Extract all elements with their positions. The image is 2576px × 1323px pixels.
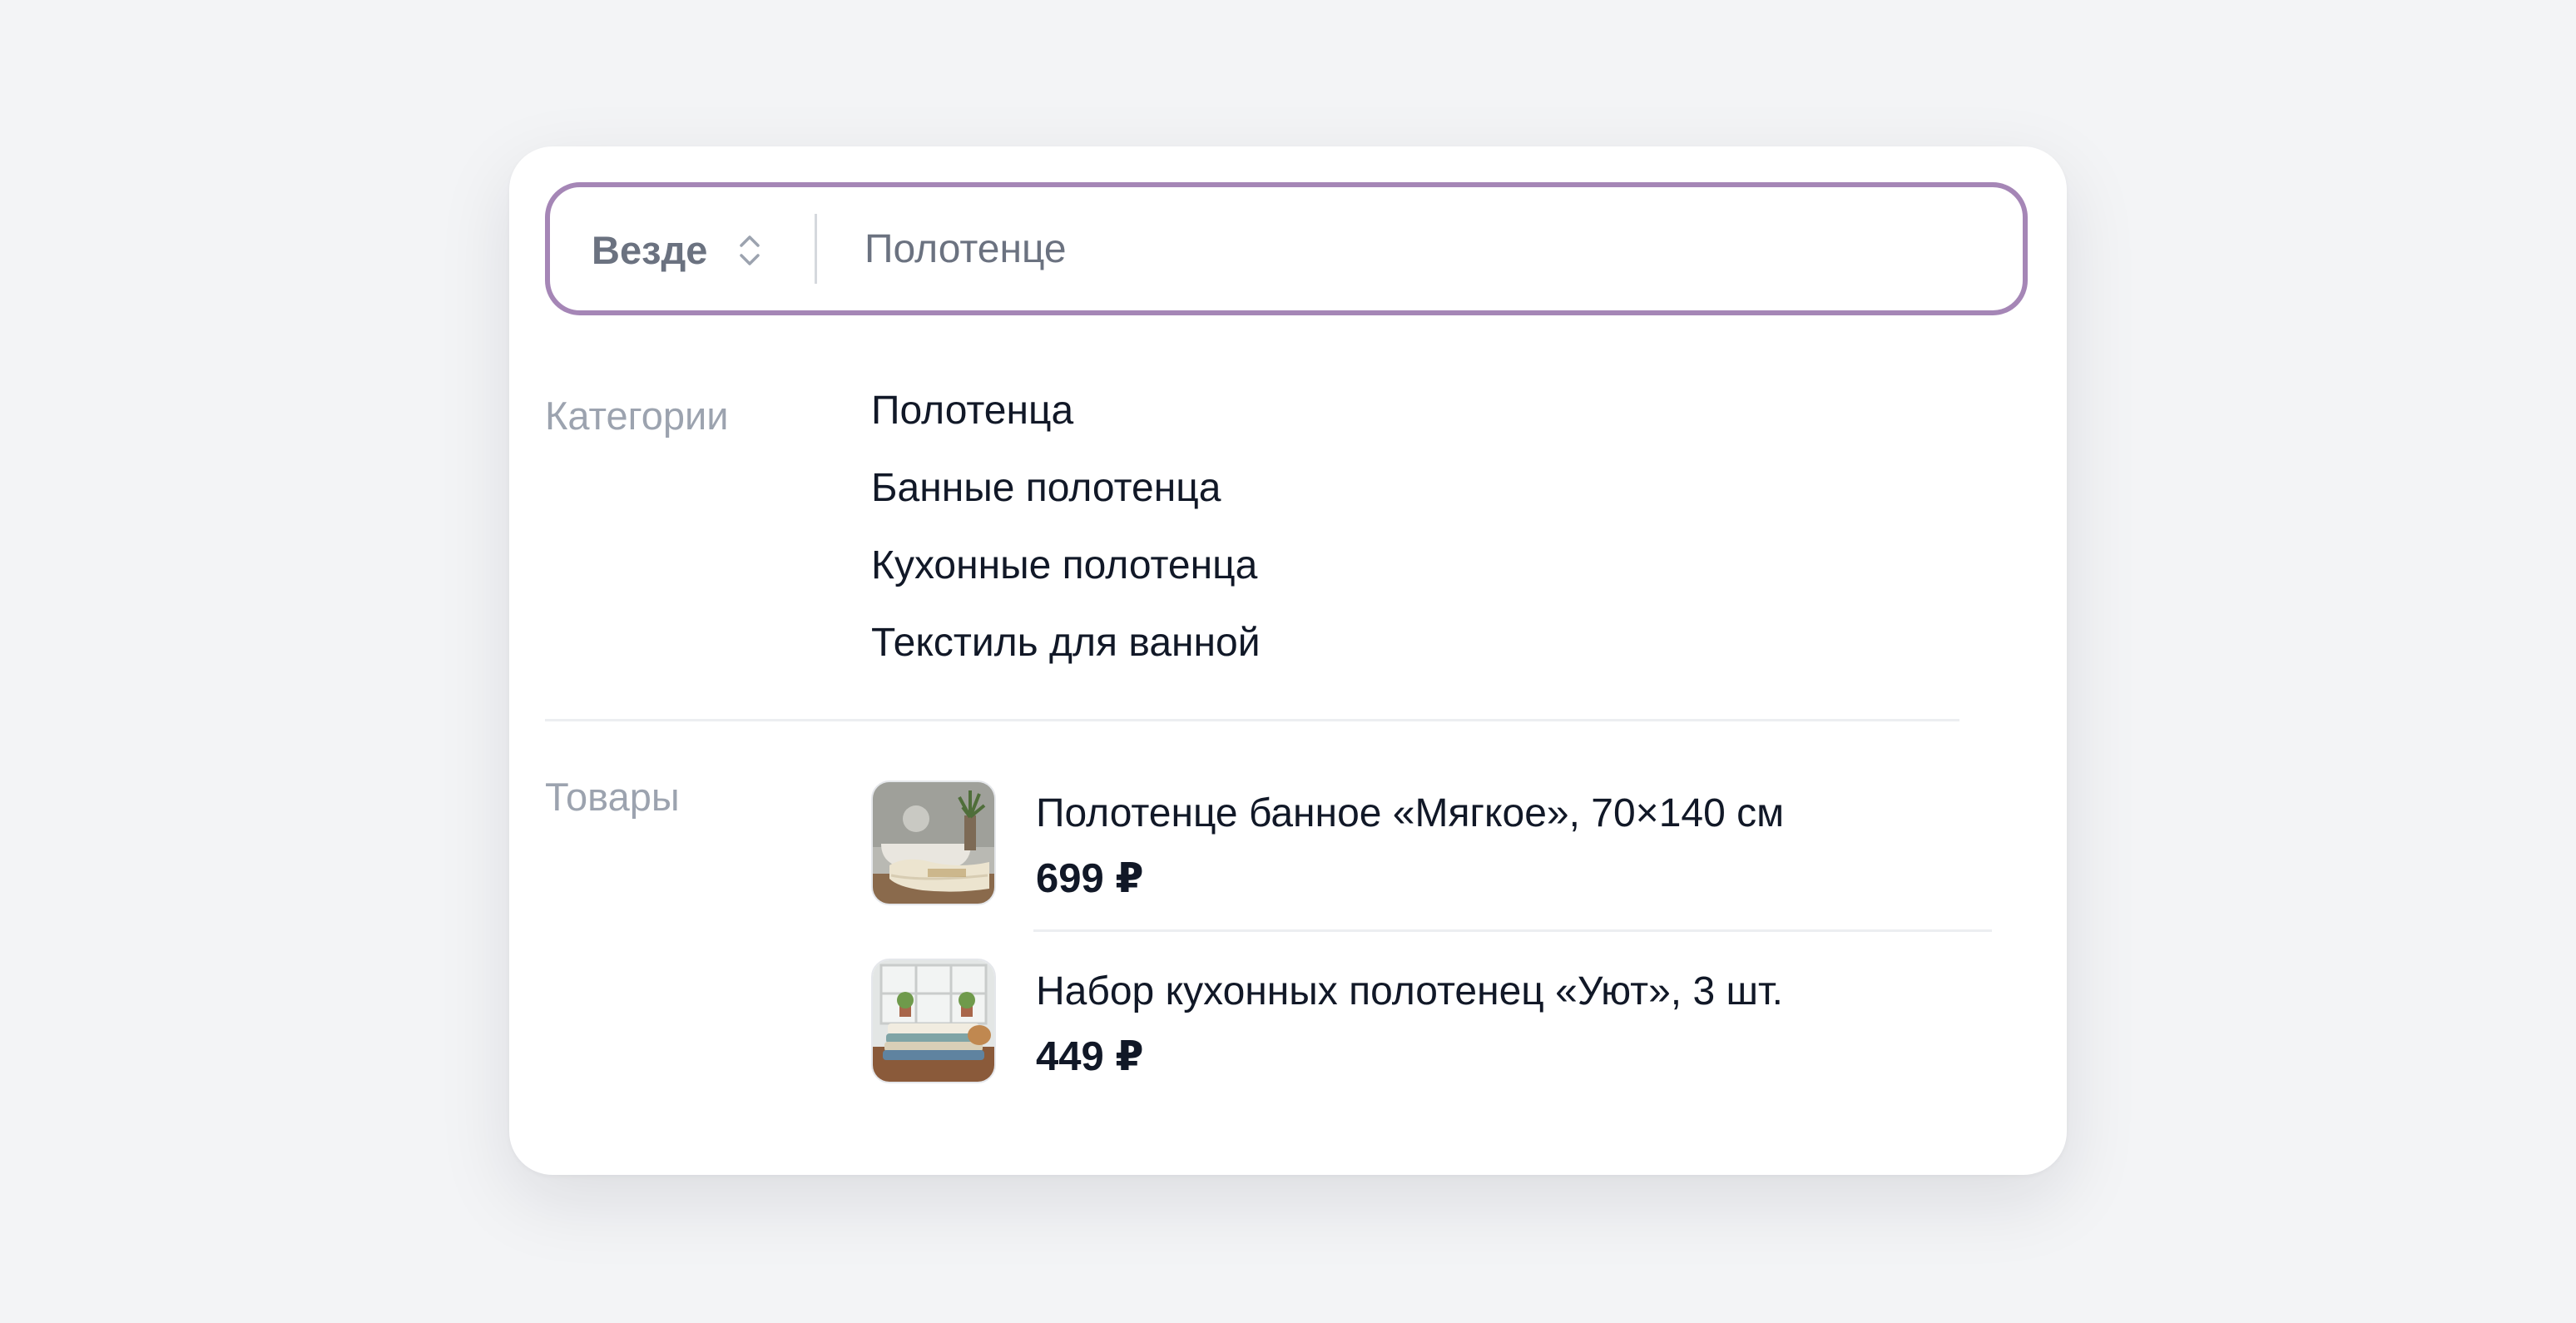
scope-select-label: Везде: [592, 228, 708, 272]
bath-towel-photo-icon: [871, 780, 996, 905]
product-item[interactable]: Набор кухонных полотенец «Уют», 3 шт. 44…: [871, 959, 2003, 1092]
products-section-label: Товары: [545, 775, 680, 819]
chevron-updown-icon: [740, 235, 760, 265]
section-divider: [545, 719, 1959, 721]
product-price: 449 ₽: [1036, 1034, 1144, 1079]
search-dropdown-card: Везде Категории Полотенца Банные полотен…: [509, 146, 2067, 1175]
categories-section-label: Категории: [545, 394, 729, 438]
category-item-bath-textile[interactable]: Текстиль для ванной: [871, 620, 1261, 697]
category-item-kitchen-towels[interactable]: Кухонные полотенца: [871, 543, 1261, 620]
category-list: Полотенца Банные полотенца Кухонные поло…: [871, 388, 1261, 697]
scope-select[interactable]: Везде: [550, 187, 816, 310]
search-input[interactable]: [864, 222, 1946, 275]
product-name: Полотенце банное «Мягкое», 70×140 см: [1036, 791, 1785, 835]
category-item-towels[interactable]: Полотенца: [871, 388, 1261, 465]
kitchen-towels-photo-icon: [871, 959, 996, 1083]
category-item-bath-towels[interactable]: Банные полотенца: [871, 465, 1261, 543]
search-bar: Везде: [545, 182, 2028, 315]
product-item[interactable]: Полотенце банное «Мягкое», 70×140 см 699…: [871, 780, 2003, 914]
product-divider: [1033, 929, 1992, 932]
product-price: 699 ₽: [1036, 856, 1144, 901]
search-divider: [815, 214, 817, 284]
product-name: Набор кухонных полотенец «Уют», 3 шт.: [1036, 969, 1783, 1013]
